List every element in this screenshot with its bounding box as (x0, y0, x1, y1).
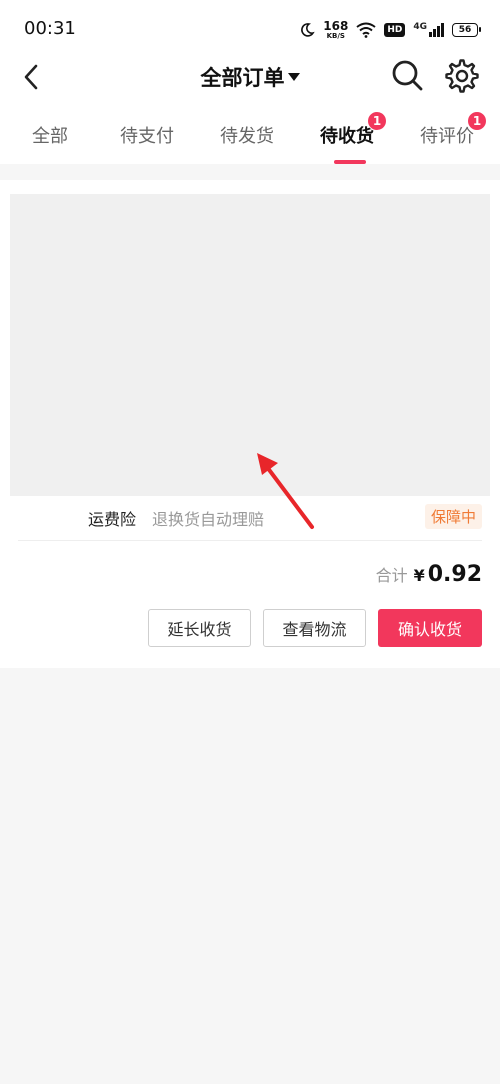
signal-icon: 4G (413, 22, 444, 38)
insurance-status-badge: 保障中 (424, 504, 482, 529)
insurance-description: 退换货自动理赔 (152, 510, 265, 529)
battery-icon: 56 (452, 23, 481, 37)
status-time: 00:31 (24, 18, 76, 39)
shipping-insurance-row: 运费险 退换货自动理赔 保障中 (0, 502, 500, 534)
confirm-receipt-button[interactable]: 确认收货 (378, 609, 482, 647)
network-speed: 168 KB/S (323, 20, 348, 40)
tab-all[interactable]: 全部 (0, 122, 100, 148)
extend-receipt-button[interactable]: 延长收货 (148, 609, 251, 647)
active-tab-indicator (334, 160, 366, 164)
battery-level: 56 (458, 25, 472, 35)
page-title-dropdown[interactable]: 全部订单 (0, 62, 500, 92)
hd-badge: HD (384, 23, 406, 37)
total-amount: 0.92 (427, 562, 482, 587)
view-logistics-button[interactable]: 查看物流 (263, 609, 366, 647)
total-currency: ¥ (413, 566, 425, 585)
tab-pending-payment[interactable]: 待支付 (97, 122, 197, 148)
gear-icon (445, 59, 479, 93)
total-label: 合计 (375, 566, 408, 585)
settings-button[interactable] (444, 58, 480, 94)
tab-pending-receipt-badge: 1 (367, 111, 387, 131)
nav-bar: 全部订单 (0, 58, 500, 102)
product-image[interactable] (10, 194, 490, 496)
insurance-label: 运费险 (88, 510, 137, 529)
search-button[interactable] (390, 58, 424, 92)
network-speed-unit: KB/S (326, 32, 345, 40)
order-card: 运费险 退换货自动理赔 保障中 合计 ¥ 0.92 延长收货 查看物流 确认收货 (0, 180, 500, 668)
order-tabs: 全部 待支付 待发货 待收货 待评价 1 1 (0, 102, 500, 164)
search-icon (392, 60, 423, 91)
tab-pending-review-badge: 1 (467, 111, 487, 131)
moon-icon (299, 22, 315, 38)
wifi-icon (356, 22, 376, 38)
page-title: 全部订单 (200, 66, 285, 90)
caret-down-icon (287, 73, 300, 81)
status-bar: 00:31 168 KB/S HD 4G 56 (0, 0, 500, 58)
network-type: 4G (413, 22, 427, 32)
divider (18, 540, 482, 541)
network-speed-value: 168 (323, 19, 349, 33)
tab-pending-shipment[interactable]: 待发货 (197, 122, 297, 148)
order-actions: 延长收货 查看物流 确认收货 (148, 609, 482, 647)
order-total: 合计 ¥ 0.92 (376, 562, 482, 587)
status-icons: 168 KB/S HD 4G 56 (299, 16, 481, 44)
